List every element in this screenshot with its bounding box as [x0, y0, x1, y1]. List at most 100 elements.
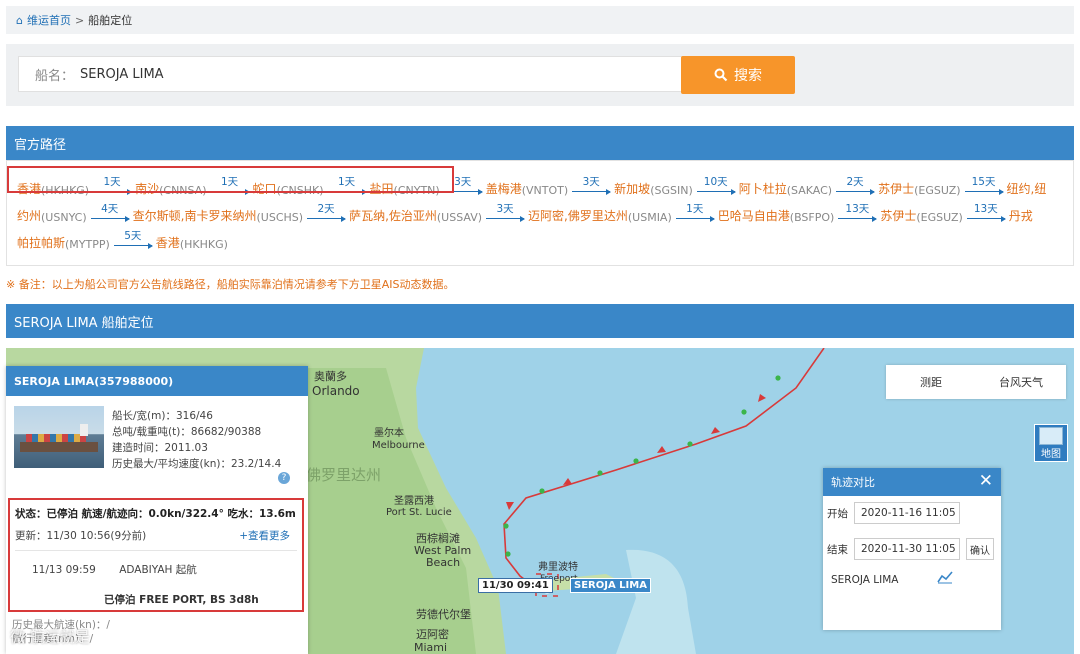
route-port-code: (USNYC) [41, 211, 87, 224]
map-label-port-st-lucie: Port St. Lucie [386, 507, 452, 518]
spec-build-date: 建造时间：2011.03 [112, 442, 208, 454]
route-port[interactable]: 丹戎 [1009, 207, 1033, 224]
search-button[interactable]: 搜索 [681, 56, 795, 94]
route-leg-days: 13天 [838, 201, 878, 222]
ship-name-input[interactable]: 船名： SEROJA LIMA [18, 56, 683, 92]
typhoon-weather-button[interactable]: 台风天气 [976, 374, 1066, 390]
route-leg-days: 4天 [90, 201, 130, 222]
route-port[interactable]: 迈阿密,佛罗里达州 [528, 207, 628, 224]
route-port[interactable]: 盐田 [370, 180, 394, 197]
close-icon[interactable]: ✕ [979, 471, 993, 491]
ship-status-box: 状态：已停泊 航速/航迹向：0.0kn/322.4° 吃水：13.6m 更新：1… [8, 498, 304, 612]
breadcrumb-home-link[interactable]: 维运首页 [27, 12, 71, 28]
ship-name-label: 船名： [35, 68, 75, 84]
route-port[interactable]: 查尔斯顿,南卡罗来纳州 [133, 207, 257, 224]
route-line-3: 帕拉帕斯 (MYTPP) 5天 香港 (HKHKG) [17, 228, 228, 251]
track-end-row: 结束 2020-11-30 11:05 确认 [827, 538, 994, 560]
ship-info-title: SEROJA LIMA(357988000) [6, 366, 308, 396]
ship-status: 状态：已停泊 航速/航迹向：0.0kn/322.4° 吃水：13.6m [15, 508, 296, 520]
breadcrumb-current: 船舶定位 [88, 14, 133, 27]
route-port-code: (CNNSA) [159, 184, 207, 197]
track-confirm-button[interactable]: 确认 [966, 538, 994, 560]
route-port-code: (USMIA) [627, 211, 672, 224]
view-more-link[interactable]: +查看更多 [239, 528, 290, 543]
map-layer-button[interactable]: 地图 [1034, 424, 1068, 462]
route-port[interactable]: 纽约,纽 [1007, 180, 1047, 197]
chart-icon[interactable] [937, 570, 953, 584]
breadcrumb: ⌂ 维运首页 > 船舶定位 [6, 6, 1074, 34]
position-title: SEROJA LIMA 船舶定位 [14, 315, 154, 331]
route-leg-days: 5天 [113, 228, 153, 249]
ship-track [503, 348, 825, 589]
help-icon[interactable]: ? [278, 472, 290, 484]
route-port[interactable]: 约州 [17, 207, 41, 224]
route-port[interactable]: 苏伊士 [878, 180, 914, 197]
route-port[interactable]: 帕拉帕斯 [17, 234, 65, 251]
map-label-melbourne: Melbourne [372, 440, 425, 451]
map-label-west-palm-cn: 西棕榈滩 [416, 531, 460, 545]
route-leg-days: 1天 [210, 174, 250, 195]
route-port-code: (EGSUZ) [916, 211, 963, 224]
track-end-input[interactable]: 2020-11-30 11:05 [854, 538, 960, 560]
track-compare-header: 轨迹对比 ✕ [823, 468, 1001, 496]
route-line-1: 香港 (HKHKG) 1天 南沙 (CNNSA) 1天 蛇口 (CNSHK) 1天 盐田 (CNYT… [17, 174, 1047, 197]
track-start-input[interactable]: 2020-11-16 11:05 [854, 502, 960, 524]
track-points [503, 375, 781, 557]
map-label-miami-cn: 迈阿密 [416, 627, 449, 641]
map-layer-icon [1039, 427, 1063, 445]
route-port[interactable]: 香港 [156, 234, 180, 251]
ship-name-value: SEROJA LIMA [80, 66, 164, 82]
route-leg-days: 2天 [836, 174, 876, 195]
map-label-freeport-cn: 弗里波特 [538, 560, 578, 573]
route-port-code: (SGSIN) [650, 184, 693, 197]
ship-specs: 船长/宽(m)：316/46 总吨/载重吨(t)：86682/90388 建造时… [112, 408, 281, 472]
ship-info-panel: SEROJA LIMA(357988000) 船长/宽(m)：316/46 总吨… [6, 366, 308, 654]
route-port-code: (HKHKG) [41, 184, 90, 197]
position-section-header: SEROJA LIMA 船舶定位 [6, 304, 1074, 338]
voyage-date: 11/13 09:59 [32, 564, 96, 576]
track-start-label: 开始 [827, 507, 848, 520]
route-port-code: (EGSUZ) [914, 184, 961, 197]
route-port[interactable]: 巴哈马自由港 [718, 207, 790, 224]
route-box: 香港 (HKHKG) 1天 南沙 (CNNSA) 1天 蛇口 (CNSHK) 1天 盐田 (CNYT… [6, 160, 1074, 266]
spec-speed: 历史最大/平均速度(kn)：23.2/14.4 [112, 458, 282, 470]
route-port-code: (USSAV) [436, 211, 483, 224]
route-port-code: (USCHS) [256, 211, 304, 224]
search-button-label: 搜索 [734, 68, 762, 84]
ship-photo[interactable] [14, 406, 104, 468]
home-icon[interactable]: ⌂ [16, 14, 23, 27]
ship-name-label[interactable]: SEROJA LIMA [570, 578, 651, 593]
route-port[interactable]: 南沙 [135, 180, 159, 197]
route-port-code: (CNSHK) [276, 184, 324, 197]
watermark: 微 航运就是 [10, 628, 90, 646]
spec-tonnage: 总吨/载重吨(t)：86682/90388 [112, 426, 262, 438]
route-port-code: (MYTPP) [65, 238, 110, 251]
measure-distance-button[interactable]: 测距 [886, 374, 976, 390]
map-label-orlando-cn: 奥蘭多 [314, 369, 347, 383]
map-label-port-st-lucie-cn: 圣露西港 [394, 495, 434, 507]
route-leg-days: 3天 [486, 201, 526, 222]
route-leg-days: 15天 [964, 174, 1004, 195]
route-port[interactable]: 香港 [17, 180, 41, 197]
route-section-header: 官方路径 [6, 126, 1074, 160]
map-tools: 测距 台风天气 [886, 365, 1066, 399]
route-port-code: (HKHKG) [179, 238, 228, 251]
route-port[interactable]: 萨瓦纳,佐治亚州 [349, 207, 437, 224]
route-port[interactable]: 新加坡 [614, 180, 650, 197]
route-port[interactable]: 阿卜杜拉 [739, 180, 787, 197]
route-port[interactable]: 盖梅港 [486, 180, 522, 197]
map-label-florida: 佛罗里达州 [306, 466, 381, 484]
bahamas-shoal [616, 549, 696, 654]
track-end-label: 结束 [827, 543, 848, 556]
route-port-code: (CNYTN) [393, 184, 440, 197]
route-leg-days: 13天 [966, 201, 1006, 222]
route-port[interactable]: 苏伊士 [880, 207, 916, 224]
ship-time-label: 11/30 09:41 [478, 578, 553, 593]
map-label-miami: Miami [414, 641, 447, 654]
route-line-2: 约州 (USNYC) 4天 查尔斯顿,南卡罗来纳州 (USCHS) 2天 萨瓦纳,佐治亚州(… [17, 201, 1033, 224]
route-leg-days: 1天 [675, 201, 715, 222]
route-port[interactable]: 蛇口 [253, 180, 277, 197]
map-label-fort-lauderdale: 劳德代尔堡 [416, 607, 471, 621]
track-compare-title: 轨迹对比 [831, 476, 875, 489]
voyage-port: ADABIYAH 起航 [119, 564, 197, 576]
